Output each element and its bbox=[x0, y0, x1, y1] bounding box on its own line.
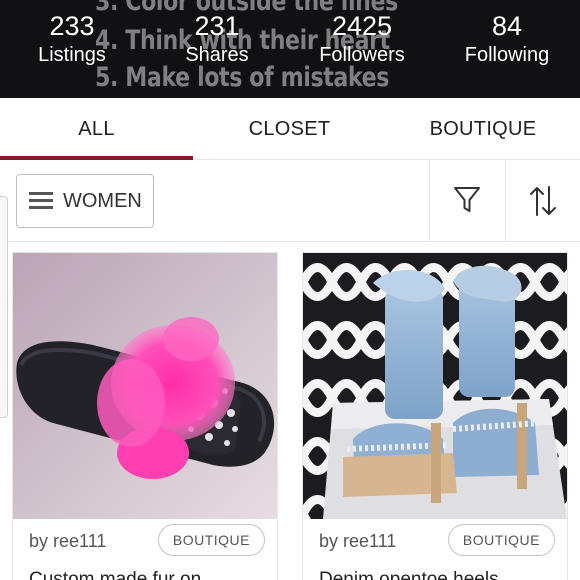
stat-following[interactable]: 84 Following bbox=[437, 8, 577, 66]
stat-label: Followers bbox=[319, 44, 405, 66]
sort-button[interactable] bbox=[506, 160, 580, 242]
tab-all[interactable]: ALL bbox=[0, 98, 193, 160]
stat-shares[interactable]: 231 Shares bbox=[147, 8, 287, 66]
filter-bar: WOMEN bbox=[0, 160, 580, 242]
stat-followers[interactable]: 2425 Followers bbox=[292, 8, 432, 66]
stat-label: Listings bbox=[38, 44, 106, 66]
funnel-icon bbox=[454, 187, 480, 212]
listing-card[interactable]: by ree111 BOUTIQUE Custom made fur on bbox=[12, 252, 278, 580]
banner-text-line: 5. Make lots of mistakes bbox=[95, 62, 390, 93]
stat-label: Shares bbox=[185, 44, 249, 66]
stat-value: 2425 bbox=[331, 11, 393, 41]
side-drawer-handle[interactable] bbox=[0, 196, 8, 418]
seller-username[interactable]: by ree111 bbox=[29, 531, 106, 552]
listing-image-fur-slide[interactable] bbox=[13, 253, 277, 519]
listing-card[interactable]: by ree111 BOUTIQUE Denim opentoe heels bbox=[302, 252, 568, 580]
tab-closet[interactable]: CLOSET bbox=[193, 98, 386, 160]
stat-value: 84 bbox=[491, 11, 523, 41]
boutique-badge: BOUTIQUE bbox=[447, 524, 555, 556]
filter-button[interactable] bbox=[430, 160, 504, 242]
stat-listings[interactable]: 233 Listings bbox=[2, 8, 142, 66]
stat-value: 233 bbox=[49, 11, 95, 41]
closet-header-banner: 3. Color outside the lines 4. Think with… bbox=[0, 0, 580, 98]
closet-tabs: ALL CLOSET BOUTIQUE bbox=[0, 98, 580, 160]
hamburger-icon bbox=[29, 192, 53, 210]
listing-title[interactable]: Custom made fur on bbox=[29, 569, 201, 580]
department-label: WOMEN bbox=[63, 190, 142, 212]
department-button[interactable]: WOMEN bbox=[16, 174, 154, 228]
listing-image-denim-heels[interactable] bbox=[303, 253, 567, 519]
stat-label: Following bbox=[464, 44, 550, 66]
boutique-badge: BOUTIQUE bbox=[157, 524, 265, 556]
seller-username[interactable]: by ree111 bbox=[319, 531, 396, 552]
listing-title[interactable]: Denim opentoe heels bbox=[319, 569, 499, 580]
tab-boutique[interactable]: BOUTIQUE bbox=[386, 98, 580, 160]
stat-value: 231 bbox=[194, 11, 240, 41]
sort-arrows-icon bbox=[530, 186, 556, 216]
